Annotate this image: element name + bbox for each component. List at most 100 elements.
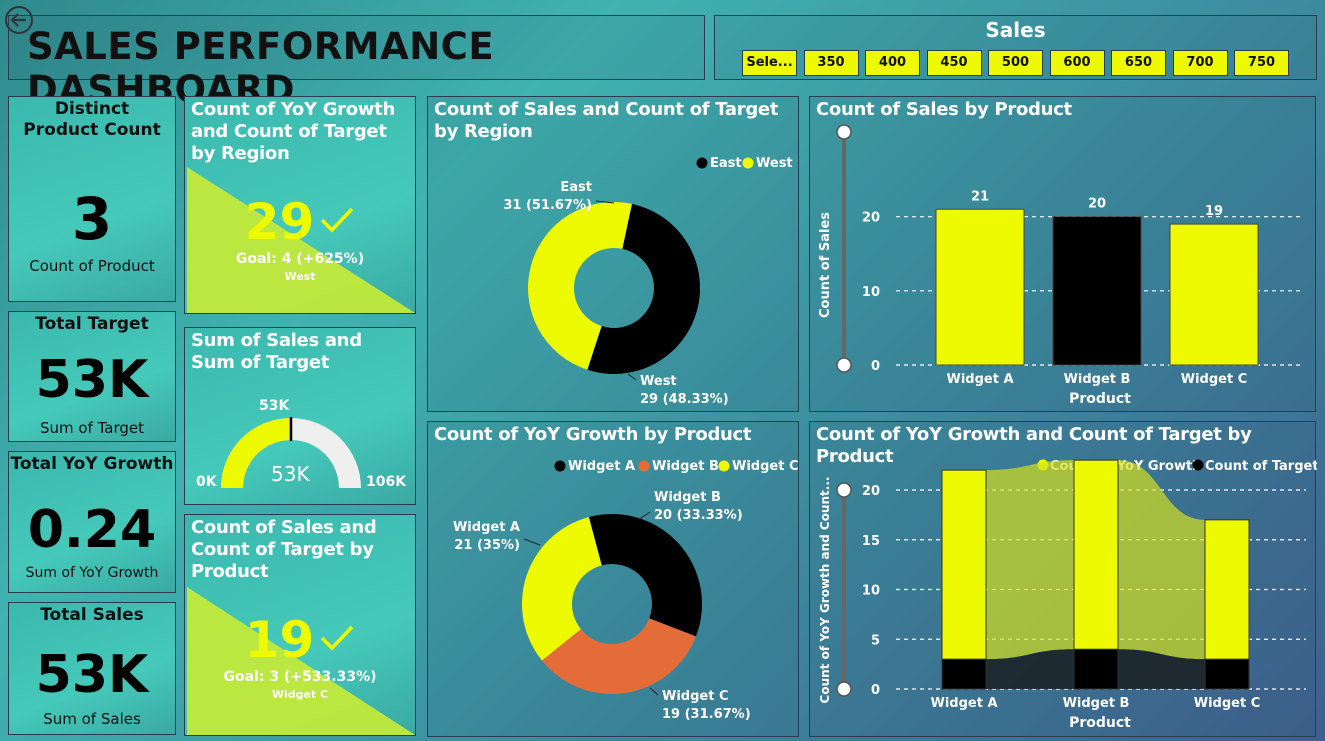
data-label: 20 [1088,197,1106,212]
bar [935,208,1025,366]
ribbon-yoy [1118,460,1205,660]
legend-label: Widget C [732,459,799,474]
data-label-value: 19 (31.67%) [662,707,751,722]
data-label-name: Widget C [662,689,729,704]
bar-sales-card[interactable]: Count of Sales by Product 0 10 20 Count of … [809,96,1316,412]
bar-yoy [1073,459,1119,650]
leader-line [649,687,659,696]
slicer-option[interactable]: 600 [1049,50,1105,76]
slicer-option[interactable]: 700 [1172,50,1228,76]
bar-yoy [1204,519,1250,660]
donut-product-card[interactable]: Count of YoY Growth by Product Widget AW… [427,421,799,737]
gauge-max-label: 106K [366,474,407,490]
total-target-card: Total Target 53K Sum of Target [8,311,176,442]
x-tick-label: Widget B [1064,372,1131,387]
x-axis-label: Product [1069,391,1131,407]
check-icon [321,207,354,233]
range-slider-handle [836,357,852,373]
y-tick-label: 10 [862,285,880,300]
bar [1052,216,1142,366]
data-label-value: 21 (35%) [454,538,520,553]
y-tick-label: 0 [871,359,880,374]
y-tick-label: 10 [862,584,880,599]
slicer-option[interactable]: 400 [865,50,920,76]
legend-label: Widget B [652,459,719,474]
data-label-value: 29 (48.33%) [640,392,729,407]
legend-label: Count of Target [1205,459,1317,474]
kpi-product-card[interactable]: Count of Sales and Count of Target by Pr… [184,514,416,736]
card-title: Count of YoY Growth and Count of Target … [191,99,395,164]
kpi-goal: Goal: 4 (+625%) [235,251,365,267]
bar-yoy-chart: 0 5 10 15 20 Count of YoY Growth and Count...… [818,459,1317,731]
data-label-value: 20 (33.33%) [654,508,743,523]
y-axis-label: Count of Sales [818,212,833,318]
slicer-title: Sales [985,18,1046,42]
bar-sales-chart: 0 10 20 Count of Sales 21 Widget A 20 Widget B 1… [818,124,1300,407]
kpi-title: Total Sales [40,605,144,625]
data-label: 19 [1205,204,1223,219]
total-sales-card: Total Sales 53K Sum of Sales [8,602,176,735]
kpi-region-card[interactable]: Count of YoY Growth and Count of Target … [184,96,416,314]
kpi-title: Distinct Product Count [23,99,161,140]
kpi-category: West [284,270,316,283]
bar-target [1204,658,1250,690]
legend-label: West [756,156,793,171]
ribbon-yoy [986,460,1074,660]
donut-slice [588,514,702,637]
distinct-product-card: Distinct Product Count 3 Count of Produc… [8,96,176,302]
x-tick-label: Widget C [1194,696,1261,711]
x-tick-label: Widget A [946,372,1013,387]
gauge-card[interactable]: Sum of Sales and Sum of Target 53K 53K 0… [184,327,416,505]
kpi-subtitle: Count of Product [29,257,155,275]
donut-region-card[interactable]: Count of Sales and Count of Target by Re… [427,96,799,412]
slicer-option[interactable]: 350 [803,50,859,76]
kpi-subtitle: Sum of Sales [43,710,141,728]
kpi-goal: Goal: 3 (+533.33%) [223,669,377,685]
y-tick-label: 20 [862,484,880,499]
data-label-name: Widget A [453,520,520,535]
slicer-option[interactable]: 450 [926,50,982,76]
legend-marker [638,460,650,472]
slicer-option[interactable]: 750 [1234,50,1289,76]
total-yoy-card: Total YoY Growth 0.24 Sum of YoY Growth [8,451,176,593]
bar-target [941,658,987,690]
slicer-option[interactable]: 650 [1111,50,1166,76]
check-icon [321,625,354,651]
donut-region-chart: East West East 31 (51.67%) West 29 (48.33%) [503,156,793,407]
bar-yoy [941,469,987,660]
kpi-title: Total YoY Growth [10,454,174,474]
donut-product-chart: Widget A Widget B Widget C Widget A 21 (35%)… [453,459,799,722]
legend-marker [742,157,754,169]
y-axis-label: Count of YoY Growth and Count... [818,477,832,704]
leader-line [523,538,541,546]
sales-slicer: Sales Sele... 350 400 450 500 600 650 700 750 [714,15,1317,80]
slicer-option[interactable]: 500 [988,50,1043,76]
kpi-subtitle: Sum of YoY Growth [25,565,159,581]
kpi-category: Widget C [271,688,329,701]
slicer-option[interactable]: Sele... [742,50,797,76]
range-slider-handle [836,124,852,140]
data-label-name: West [640,374,677,389]
x-tick-label: Widget C [1181,372,1248,387]
data-label-value: 31 (51.67%) [503,198,592,213]
kpi-value: 19 [244,611,315,669]
legend-marker [696,157,708,169]
x-tick-label: Widget B [1063,696,1130,711]
bar-target [1073,648,1119,690]
data-label: 21 [971,189,989,204]
legend-marker [1192,459,1204,471]
bar-yoy-card[interactable]: Count of YoY Growth and Count of Target … [809,421,1317,737]
y-tick-label: 20 [862,211,880,226]
gauge-target-label: 53K [259,398,290,414]
kpi-value: 3 [71,185,113,253]
x-tick-label: Widget A [930,696,997,711]
kpi-value: 0.24 [27,500,157,560]
legend-marker [554,460,566,472]
kpi-value: 53K [35,645,149,705]
range-slider-handle [836,681,852,697]
range-slider-handle [836,482,852,498]
kpi-subtitle: Sum of Target [39,419,145,437]
card-title: Count of Sales and Count of Target by Pr… [191,517,377,582]
bar [1169,223,1259,366]
y-tick-label: 0 [871,683,880,698]
